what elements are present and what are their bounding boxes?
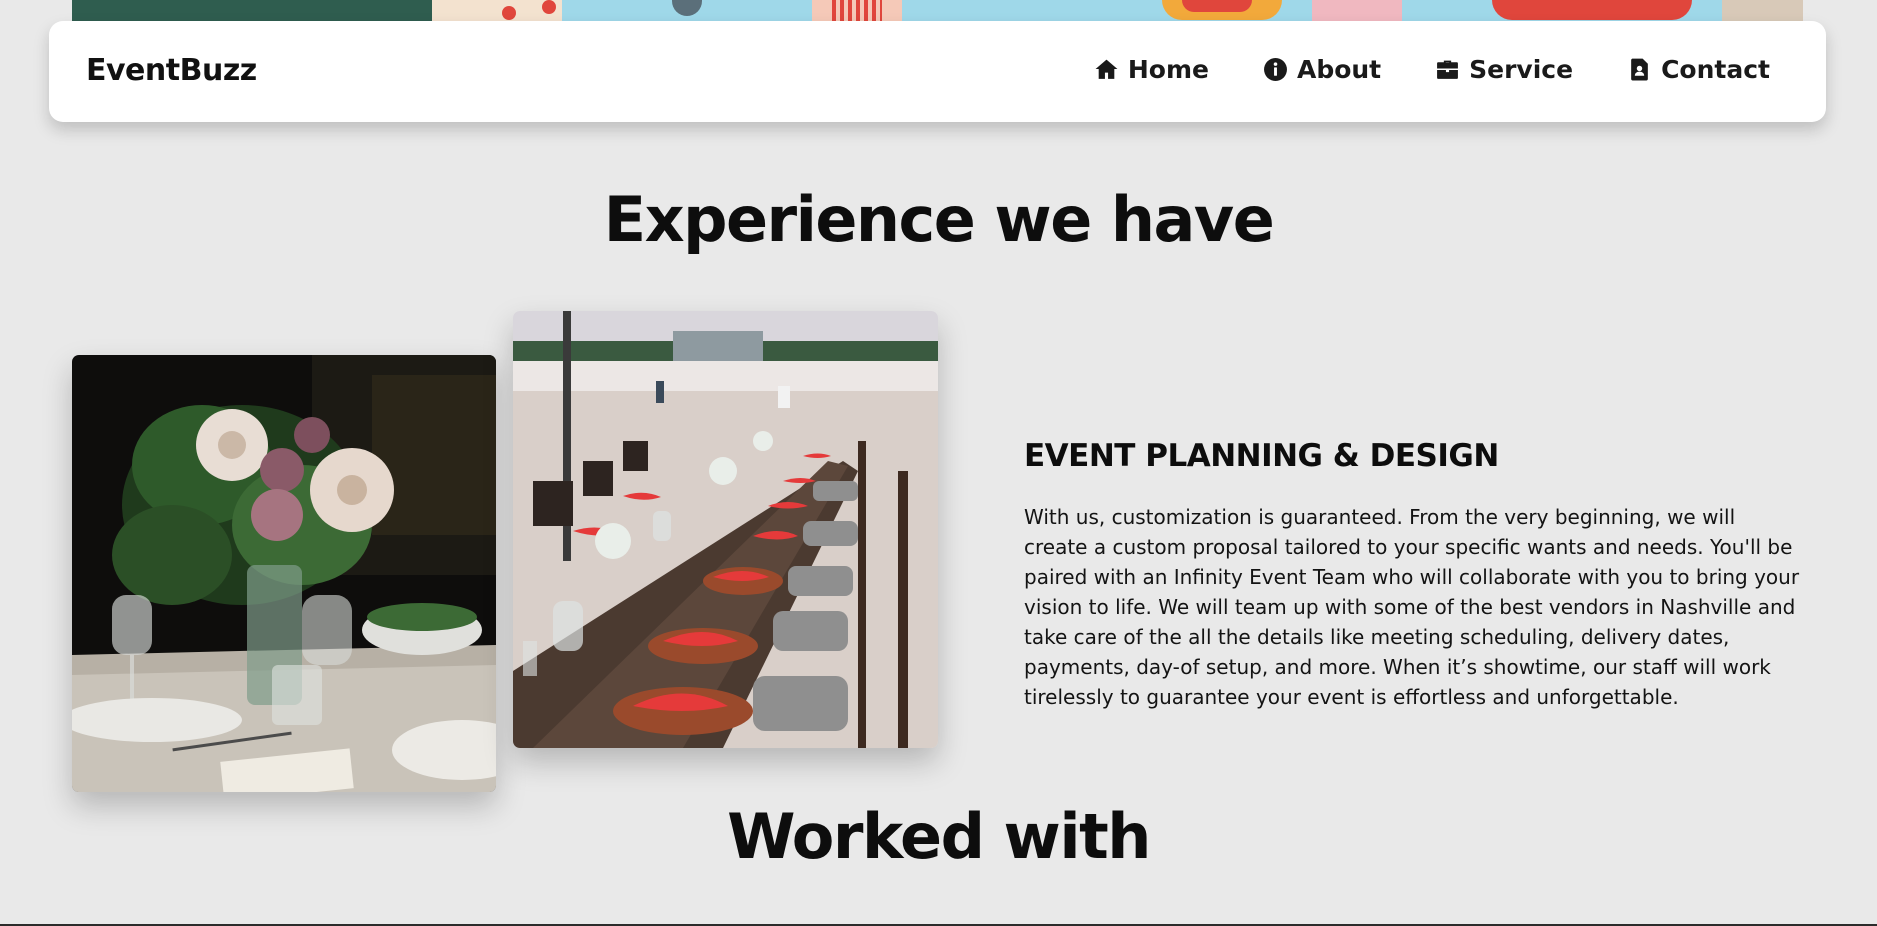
info-icon [1263, 57, 1288, 82]
nav-service[interactable]: Service [1435, 55, 1573, 84]
experience-title: Experience we have [603, 183, 1275, 256]
nav-service-label: Service [1469, 55, 1574, 84]
page: EventBuzz Home About Service Contact Exp… [0, 0, 1877, 926]
contact-card-icon [1627, 57, 1652, 82]
navbar: EventBuzz Home About Service Contact [49, 21, 1826, 122]
nav-links: Home About Service Contact [1094, 55, 1770, 84]
service-description: With us, customization is guaranteed. Fr… [1024, 505, 1800, 709]
worked-with-title: Worked with [727, 800, 1151, 873]
nav-contact-label: Contact [1661, 55, 1770, 84]
nav-about[interactable]: About [1263, 55, 1381, 84]
brand-logo[interactable]: EventBuzz [86, 53, 257, 88]
nav-about-label: About [1296, 55, 1382, 84]
photo-beach-table [513, 311, 938, 748]
service-heading: EVENT PLANNING & DESIGN [1024, 438, 1499, 474]
nav-home[interactable]: Home [1094, 55, 1209, 84]
photo-floral-table [72, 355, 496, 792]
home-icon [1094, 57, 1119, 82]
nav-contact[interactable]: Contact [1627, 55, 1770, 84]
service-info: EVENT PLANNING & DESIGN With us, customi… [1024, 438, 1804, 712]
briefcase-icon [1435, 57, 1460, 82]
hero-banner-strip [72, 0, 1803, 22]
nav-home-label: Home [1127, 55, 1209, 84]
